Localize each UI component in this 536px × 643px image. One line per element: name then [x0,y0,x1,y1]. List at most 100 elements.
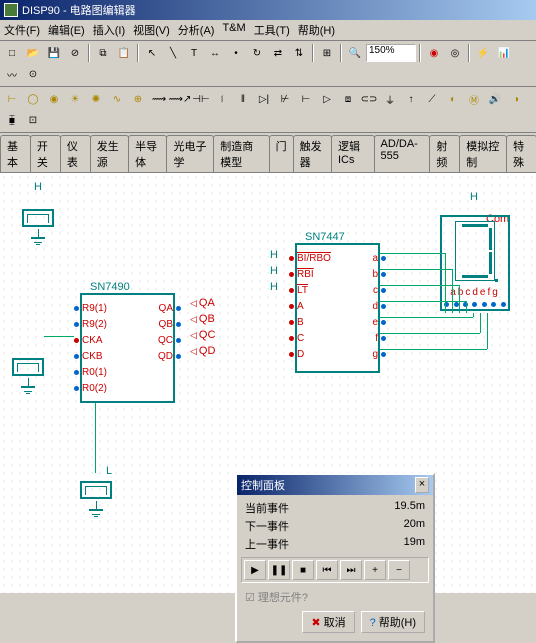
copy-icon[interactable]: ⧉ [93,43,113,63]
menu-tools[interactable]: 工具(T) [254,22,290,38]
flip-icon[interactable]: ⇅ [289,43,309,63]
dim-icon[interactable]: ↔ [205,43,225,63]
probe2-icon[interactable]: ◎ [445,43,465,63]
ideal-checkbox[interactable]: ☑ 理想元件? [241,587,429,607]
mirror-icon[interactable]: ⇄ [268,43,288,63]
play-button[interactable]: ▶ [244,560,266,580]
toolbar-main: □ 📂 💾 ⊘ ⧉ 📋 ↖ ╲ T ↔ • ↻ ⇄ ⇅ ⊞ 🔍 150% ◉ ◎… [0,41,536,87]
bus-qc: QC [190,329,215,341]
ground-2 [21,378,35,394]
menu-view[interactable]: 视图(V) [133,22,170,38]
menu-analysis[interactable]: 分析(A) [178,22,215,38]
led-icon[interactable]: ◐ [443,89,463,109]
node-l: L [106,465,112,477]
ground-3 [89,501,103,517]
chart-icon[interactable]: 📊 [494,43,514,63]
zoom-icon[interactable]: 🔍 [345,43,365,63]
app-icon [4,3,18,17]
cancel-button[interactable]: ✖取消 [302,611,354,633]
node-icon[interactable]: • [226,43,246,63]
clock-source-3[interactable] [80,481,112,499]
cap-icon[interactable]: ⊣⊢ [191,89,211,109]
dialog-close-icon[interactable]: × [415,477,429,493]
seg7-digit [455,221,495,281]
save-icon[interactable]: 💾 [44,43,64,63]
open-icon[interactable]: 📂 [23,43,43,63]
text-icon[interactable]: T [184,43,204,63]
pointer-icon[interactable]: ↖ [142,43,162,63]
schematic-canvas[interactable]: H SN7490 R9(1) R9(2) CKA CKB R0(1) R0(2)… [0,173,536,593]
control-panel-dialog[interactable]: 控制面板 × 当前事件19.5m 下一事件20m 上一事件19m ▶ ❚❚ ■ … [235,473,435,643]
tab-analog[interactable]: 模拟控制 [459,135,507,172]
menu-insert[interactable]: 插入(I) [93,22,125,38]
tab-special[interactable]: 特殊 [506,135,536,172]
rotate-icon[interactable]: ↻ [247,43,267,63]
tab-gate[interactable]: 门 [269,135,294,172]
tab-basic[interactable]: 基本 [0,135,31,172]
npn-icon[interactable]: ⊬ [275,89,295,109]
tab-logic[interactable]: 逻辑ICs [331,135,375,172]
gnd-icon[interactable]: ⏚ [380,89,400,109]
window-title: DISP90 - 电路图编辑器 [22,2,136,18]
crystal-icon[interactable]: ⧯ [2,110,22,130]
xfmr-icon[interactable]: ‖ [233,89,253,109]
clock-source-2[interactable] [12,358,44,376]
sw-icon[interactable]: ⟋ [422,89,442,109]
tab-meter[interactable]: 仪表 [60,135,91,172]
chip-sn7447[interactable]: SN7447 BI/RBO RBI LT A B C D a b c d e f… [295,243,380,373]
close-icon[interactable]: ⊘ [65,43,85,63]
tab-source[interactable]: 发生源 [90,135,129,172]
battery-icon[interactable]: ⊢ [2,89,22,109]
diode-icon[interactable]: ▷| [254,89,274,109]
probe-icon[interactable]: ◉ [424,43,444,63]
bulb2-icon[interactable]: ✺ [86,89,106,109]
opamp-icon[interactable]: ▷ [317,89,337,109]
buzz-icon[interactable]: ◑ [506,89,526,109]
tab-semi[interactable]: 半导体 [128,135,167,172]
tab-ad[interactable]: AD/DA-555 [374,135,431,172]
vsrc-icon[interactable]: ◯ [23,89,43,109]
tab-opto[interactable]: 光电子学 [166,135,214,172]
tab-ff[interactable]: 触发器 [293,135,332,172]
chip-sn7490[interactable]: SN7490 R9(1) R9(2) CKA CKB R0(1) R0(2) Q… [80,293,175,403]
clock-source[interactable] [22,209,54,227]
bulb-icon[interactable]: ☀ [65,89,85,109]
pause-button[interactable]: ❚❚ [268,560,290,580]
dialog-titlebar[interactable]: 控制面板 × [237,475,433,495]
menu-file[interactable]: 文件(F) [4,22,40,38]
res-icon[interactable]: ⟿ [149,89,169,109]
scope-icon[interactable]: 〰 [2,64,22,84]
motor-icon[interactable]: Ⓜ [464,89,484,109]
fuse-icon[interactable]: ⊂⊃ [359,89,379,109]
menu-tm[interactable]: T&M [222,22,245,38]
meter-icon[interactable]: ⊙ [23,64,43,84]
tab-rf[interactable]: 射频 [429,135,460,172]
ind-icon[interactable]: ⧙ [212,89,232,109]
seven-segment-display[interactable]: abcdefg [440,215,510,311]
speaker-icon[interactable]: 🔊 [485,89,505,109]
help-button[interactable]: ?帮助(H) [361,611,425,633]
zoom-combo[interactable]: 150% [366,44,416,62]
fet-icon[interactable]: ⊢ [296,89,316,109]
plus-button[interactable]: + [364,560,386,580]
conn-icon[interactable]: ⊡ [23,110,43,130]
pot-icon[interactable]: ⟿↗ [170,89,190,109]
ac2-icon[interactable]: ⊕ [128,89,148,109]
minus-button[interactable]: − [388,560,410,580]
tab-mfr[interactable]: 制造商模型 [213,135,269,172]
wire-icon[interactable]: ╲ [163,43,183,63]
menu-edit[interactable]: 编辑(E) [48,22,85,38]
isrc-icon[interactable]: ◉ [44,89,64,109]
new-icon[interactable]: □ [2,43,22,63]
ac-icon[interactable]: ∿ [107,89,127,109]
menu-help[interactable]: 帮助(H) [298,22,335,38]
next-button[interactable]: ⏭ [340,560,362,580]
tab-switch[interactable]: 开关 [30,135,61,172]
vcc-icon[interactable]: ↑ [401,89,421,109]
stop-button[interactable]: ■ [292,560,314,580]
prev-button[interactable]: ⏮ [316,560,338,580]
run-icon[interactable]: ⚡ [473,43,493,63]
relay-icon[interactable]: ⧈ [338,89,358,109]
paste-icon[interactable]: 📋 [114,43,134,63]
grid-icon[interactable]: ⊞ [317,43,337,63]
